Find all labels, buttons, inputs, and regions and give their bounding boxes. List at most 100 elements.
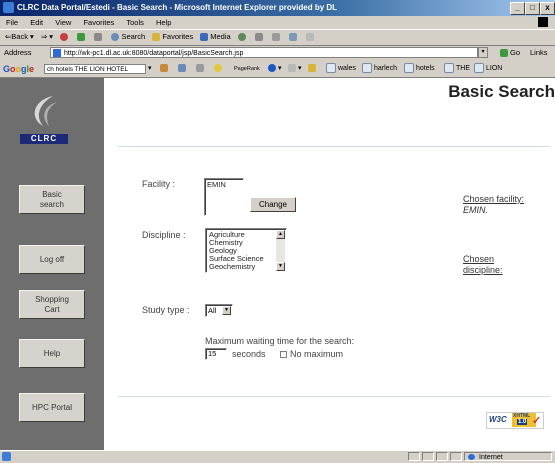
maximize-button[interactable]: □: [525, 2, 540, 15]
change-button[interactable]: Change: [250, 197, 296, 212]
google-highlight-icon[interactable]: [308, 61, 318, 77]
go-button[interactable]: Go: [500, 45, 520, 60]
google-search-web-icon[interactable]: [160, 61, 170, 77]
url-input[interactable]: http://wk-pc1.dl.ac.uk:8080/dataportal/j…: [50, 47, 478, 58]
pagerank-label: PageRank: [234, 66, 260, 72]
study-type-select[interactable]: All ▼: [205, 304, 233, 317]
word-label: hotels: [416, 65, 435, 72]
list-item[interactable]: Geochemistry: [207, 263, 276, 271]
clrc-logo-icon: [23, 92, 63, 130]
google-word-the[interactable]: THE: [444, 61, 470, 77]
scroll-up-icon[interactable]: ▲: [276, 230, 285, 239]
checkmark-icon: ✓: [532, 415, 542, 427]
google-info-icon[interactable]: [214, 61, 224, 77]
menu-view[interactable]: View: [55, 18, 71, 27]
history-icon: [237, 33, 246, 42]
search-icon: [111, 33, 120, 42]
address-label: Address: [4, 48, 32, 57]
google-logo-letter: G: [3, 64, 11, 74]
word-find-icon: [362, 63, 372, 74]
page-icon: [53, 49, 61, 57]
ie-icon: [3, 2, 14, 13]
close-button[interactable]: x: [540, 2, 555, 15]
security-zone: Internet: [464, 452, 552, 461]
google-word-lion[interactable]: LION: [474, 61, 502, 77]
sidebar-item-help[interactable]: Help: [19, 339, 85, 368]
google-word-harlech[interactable]: harlech: [362, 61, 397, 77]
google-word-wales[interactable]: wales: [326, 61, 356, 77]
discipline-list[interactable]: Agriculture Chemistry Geology Surface Sc…: [205, 228, 287, 273]
word-find-icon: [326, 63, 336, 74]
google-options-icon[interactable]: ▾: [268, 61, 282, 77]
sidebar-item-hpc-portal[interactable]: HPC Portal: [19, 393, 85, 422]
sidebar-item-log-off[interactable]: Log off: [19, 245, 85, 274]
site-search-icon: [178, 64, 186, 73]
divider: [118, 146, 550, 147]
address-dropdown-icon[interactable]: ▾: [478, 47, 488, 58]
back-button[interactable]: ⇐Back ▾: [5, 30, 34, 44]
divider: [118, 396, 550, 397]
google-popup-icon[interactable]: ▾: [288, 61, 302, 77]
history-button[interactable]: [237, 30, 248, 44]
menu-edit[interactable]: Edit: [30, 18, 43, 27]
url-text: http://wk-pc1.dl.ac.uk:8080/dataportal/j…: [64, 50, 244, 57]
sidebar: CLRC Basic search Log off Shopping Cart …: [0, 78, 104, 450]
search-button[interactable]: Search: [111, 30, 145, 44]
word-label: LION: [486, 65, 503, 72]
google-news-icon[interactable]: [196, 61, 206, 77]
mail-icon: [254, 33, 263, 42]
main-content: Basic Search Facility : EMIN Change Chos…: [104, 78, 555, 450]
edit-button[interactable]: [289, 30, 299, 44]
media-button[interactable]: Media: [200, 30, 231, 44]
menu-help[interactable]: Help: [156, 18, 171, 27]
list-item[interactable]: EMIN: [205, 181, 243, 189]
wait-time-input[interactable]: 15: [205, 348, 227, 360]
discuss-button[interactable]: [306, 30, 316, 44]
facility-label: Facility :: [142, 179, 176, 189]
word-label: wales: [338, 65, 356, 72]
status-bar: Internet: [0, 450, 555, 462]
scroll-down-icon[interactable]: ▼: [276, 262, 285, 271]
google-search-dropdown-icon[interactable]: ▾: [148, 61, 152, 77]
facility-list[interactable]: EMIN: [204, 178, 244, 216]
forward-label: ⇒: [40, 32, 48, 41]
home-icon: [94, 33, 103, 42]
no-maximum-checkbox[interactable]: [280, 351, 287, 358]
search-label: Search: [121, 32, 146, 41]
minimize-button[interactable]: _: [510, 2, 525, 15]
media-label: Media: [210, 32, 231, 41]
google-search-input[interactable]: ch hotels THE LION HOTEL: [44, 64, 146, 74]
menu-favorites[interactable]: Favorites: [83, 18, 114, 27]
links-button[interactable]: Links: [530, 45, 548, 60]
menu-tools[interactable]: Tools: [126, 18, 144, 27]
favorites-button[interactable]: Favorites: [152, 30, 193, 44]
forward-button[interactable]: ⇒ ▾: [41, 30, 53, 44]
sidebar-item-shopping-cart[interactable]: Shopping Cart: [19, 290, 85, 319]
home-button[interactable]: [94, 30, 104, 44]
stop-button[interactable]: [60, 30, 70, 44]
print-button[interactable]: [271, 30, 282, 44]
go-arrow-icon: [500, 49, 508, 58]
mail-button[interactable]: [254, 30, 265, 44]
windows-logo-icon: [538, 17, 548, 27]
clrc-logo-text: CLRC: [20, 134, 68, 144]
refresh-button[interactable]: [77, 30, 87, 44]
binoculars-icon: [160, 64, 168, 73]
zone-label: Internet: [479, 454, 503, 461]
menu-file[interactable]: File: [6, 18, 18, 27]
status-cell: [450, 452, 462, 461]
max-wait-label: Maximum waiting time for the search:: [205, 336, 355, 346]
chosen-facility-value: EMIN.: [463, 205, 489, 215]
google-logo-letter: e: [29, 64, 35, 74]
refresh-icon: [77, 33, 86, 42]
google-word-hotels[interactable]: hotels: [404, 61, 435, 77]
w3c-xhtml-badge[interactable]: W3C XHTML 1.0 ✓: [486, 412, 544, 429]
google-logo[interactable]: Google: [3, 61, 34, 77]
chevron-down-icon[interactable]: ▼: [222, 306, 231, 315]
sidebar-item-basic-search[interactable]: Basic search: [19, 185, 85, 214]
google-site-search-icon[interactable]: [178, 61, 188, 77]
address-bar: Address http://wk-pc1.dl.ac.uk:8080/data…: [0, 45, 555, 60]
discipline-scrollbar[interactable]: ▲ ▼: [276, 230, 285, 271]
discuss-icon: [306, 33, 315, 42]
sidebar-item-label: Log off: [39, 254, 65, 264]
